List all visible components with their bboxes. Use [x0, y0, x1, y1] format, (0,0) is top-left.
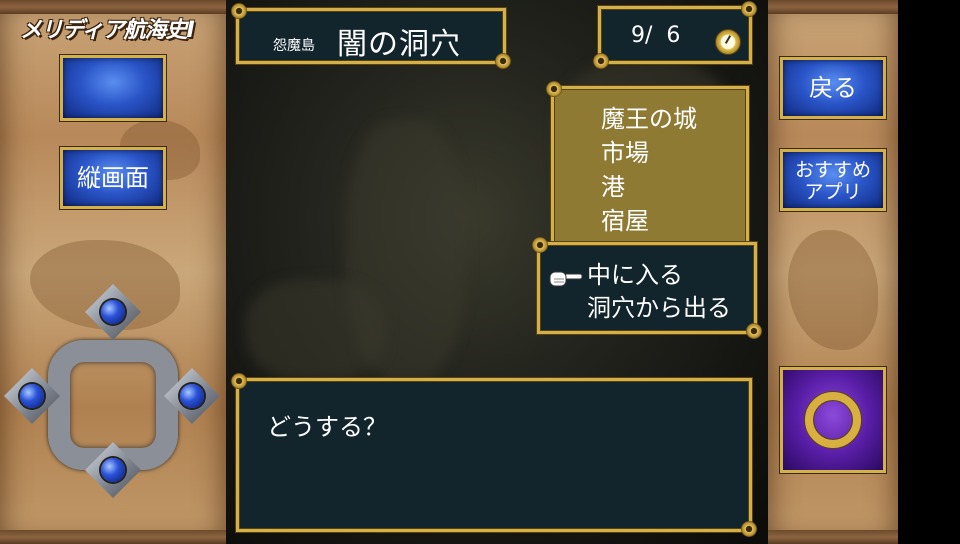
dpad-up-button[interactable]	[85, 284, 141, 340]
map-decoration	[788, 230, 878, 350]
gear-ornament-icon	[741, 1, 757, 17]
wood-plank	[768, 530, 898, 544]
blue-gem-icon	[180, 384, 204, 408]
destination-menu: 魔王の城 市場 港 宿屋	[546, 81, 749, 246]
destination-item[interactable]: 魔王の城	[601, 103, 697, 135]
action-enter[interactable]: 中に入る	[587, 260, 683, 290]
blue-gem-icon	[101, 300, 125, 324]
action-exit-cave[interactable]: 洞穴から出る	[587, 293, 731, 323]
hand-pointer-icon	[549, 271, 583, 287]
destination-item[interactable]: 市場	[601, 137, 649, 169]
gear-ornament-icon	[532, 237, 548, 253]
gear-ornament-icon	[231, 3, 247, 19]
location-title: 怨魔島 闇の洞穴	[231, 3, 511, 69]
screen-edge	[898, 0, 960, 544]
location-name: 闇の洞穴	[337, 27, 461, 62]
back-button[interactable]: 戻る	[780, 57, 886, 119]
gear-ornament-icon	[231, 373, 247, 389]
action-menu: 中に入る 洞穴から出る	[532, 237, 762, 339]
wood-plank	[0, 530, 226, 544]
blue-gem-icon	[101, 458, 125, 482]
day-counter: 9/ 6	[593, 1, 757, 69]
recommended-apps-button[interactable]: おすすめ アプリ	[780, 149, 886, 211]
apps-label-line2: アプリ	[804, 181, 862, 203]
destination-item[interactable]: 宿屋	[601, 205, 649, 237]
destination-item[interactable]: 港	[601, 171, 625, 203]
message-window: どうする？	[231, 373, 757, 537]
gear-ornament-icon	[546, 81, 562, 97]
dpad-left-button[interactable]	[4, 368, 60, 424]
region-name: 怨魔島	[273, 38, 315, 54]
portrait-mode-button[interactable]: 縦画面	[60, 147, 166, 209]
gear-ornament-icon	[593, 53, 609, 69]
gear-ornament-icon	[746, 323, 762, 339]
message-text: どうする？	[267, 413, 387, 441]
wood-plank	[768, 0, 898, 14]
cave-rock	[246, 280, 386, 380]
gear-ornament-icon	[495, 53, 511, 69]
confirm-button[interactable]	[780, 367, 886, 473]
dpad-down-button[interactable]	[85, 442, 141, 498]
gear-ornament-icon	[741, 521, 757, 537]
dpad	[0, 280, 226, 520]
pocket-watch-icon	[715, 29, 741, 55]
blue-gem-icon	[20, 384, 44, 408]
dpad-right-button[interactable]	[164, 368, 220, 424]
blank-menu-button[interactable]	[60, 55, 166, 121]
game-logo: メリディア航海史Ⅰ	[20, 18, 195, 43]
apps-label-line1: おすすめ	[794, 159, 871, 181]
counter-text: 9/ 6	[631, 23, 681, 48]
ring-icon	[805, 392, 861, 448]
